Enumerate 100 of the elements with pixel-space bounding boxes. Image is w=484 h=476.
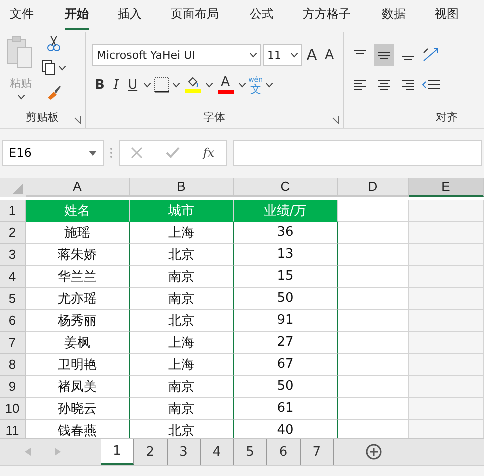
scissors-icon[interactable] [47,36,61,52]
column-header[interactable]: E [409,178,484,197]
bold-button[interactable]: B [92,74,108,96]
table-cell [338,310,409,332]
table-cell [338,354,409,376]
table-cell [338,288,409,310]
table-cell: 67 [234,354,338,376]
brush-icon[interactable] [46,84,62,100]
table-cell: 91 [234,310,338,332]
sheet-tab[interactable]: 1 [101,439,134,465]
caret-icon [172,82,180,88]
caret-icon [144,82,151,88]
row-header[interactable]: 10 [0,398,26,420]
formula-field[interactable] [233,140,482,166]
header-cell: 城市 [130,200,234,222]
underline-button[interactable]: U [125,74,141,96]
table-cell: 孙晓云 [26,398,130,420]
table-cell: 50 [234,288,338,310]
table-cell: 15 [234,266,338,288]
align-icon[interactable] [374,44,394,66]
table-cell [338,332,409,354]
table-cell: 36 [234,222,338,244]
grow-font-button[interactable]: A [304,44,320,66]
table-cell: 南京 [130,266,234,288]
group-label: 字体 [204,110,226,126]
column-header[interactable]: A [26,178,130,197]
row-header[interactable]: 2 [0,222,26,244]
grip-icon [110,148,113,158]
table-cell: 姜枫 [26,332,130,354]
table-cell: 施瑶 [26,222,130,244]
copy-icon[interactable] [42,60,56,76]
launcher-icon[interactable] [331,116,339,124]
launcher-icon[interactable] [73,116,81,124]
caret-icon [290,52,298,58]
table-cell [338,398,409,420]
table-cell: 华兰兰 [26,266,130,288]
menu-tab[interactable]: 方方格子 [303,2,351,30]
table-cell: 南京 [130,376,234,398]
table-cell: 南京 [130,288,234,310]
row-header[interactable]: 11 [0,420,26,438]
row-header[interactable]: 5 [0,288,26,310]
column-header[interactable]: C [234,178,338,197]
menu-tab[interactable]: 开始 [65,2,89,30]
shrink-font-button[interactable]: A [322,44,337,66]
table-cell [338,200,409,222]
table-cell: 50 [234,376,338,398]
table-cell: 北京 [130,310,234,332]
insert-function-button[interactable]: fx [203,146,215,160]
font-color-button[interactable]: A [216,76,236,94]
menu-tab[interactable]: 插入 [118,2,142,30]
table-cell [338,222,409,244]
row-header[interactable]: 3 [0,244,26,266]
borders-icon[interactable] [154,77,170,93]
table-cell [338,376,409,398]
table-cell: 上海 [130,222,234,244]
table-cell [338,266,409,288]
caret-icon [59,66,66,70]
header-cell: 业绩/万 [234,200,338,222]
font-name-field[interactable]: Microsoft YaHei UI [92,44,260,66]
table-cell: 杨秀丽 [26,310,130,332]
caret-icon [238,82,246,88]
column-header[interactable]: D [338,178,409,197]
table-cell [338,244,409,266]
row-header[interactable]: 7 [0,332,26,354]
menu-tab[interactable]: 页面布局 [171,2,219,30]
table-cell: 尤亦瑶 [26,288,130,310]
header-cell: 姓名 [26,200,130,222]
caret-icon [206,82,213,88]
add-sheet-icon[interactable] [366,444,382,460]
row-header[interactable]: 6 [0,310,26,332]
indent-icon[interactable] [422,79,440,91]
row-header[interactable]: 8 [0,354,26,376]
italic-button[interactable]: I [110,74,122,96]
row-header[interactable]: 4 [0,266,26,288]
check-icon[interactable] [166,147,180,159]
caret-icon [18,95,24,100]
table-cell: 蒋朱娇 [26,244,130,266]
caret-icon [250,52,256,58]
name-box[interactable]: E16 [2,140,104,166]
orientation-icon[interactable] [422,47,440,63]
fill-color-button[interactable] [182,77,203,93]
paint-bucket-icon [186,77,200,89]
table-cell: 北京 [130,244,234,266]
table-cell: 上海 [130,354,234,376]
table-cell: 27 [234,332,338,354]
row-header[interactable]: 1 [0,200,26,222]
menu-tab[interactable]: 数据 [382,2,406,30]
row-header[interactable]: 9 [0,376,26,398]
caret-icon [266,82,274,88]
table-cell: 61 [234,398,338,420]
column-header[interactable]: B [130,178,234,197]
menu-tab[interactable]: 公式 [250,2,274,30]
table-cell: 卫明艳 [26,354,130,376]
font-size-field[interactable]: 11 [262,44,302,66]
table-cell: 上海 [130,332,234,354]
table-cell: 褚凤美 [26,376,130,398]
table-cell: 13 [234,244,338,266]
table-cell: 南京 [130,398,234,420]
menu-tab[interactable]: 文件 [10,2,34,30]
menu-tab[interactable]: 视图 [435,2,459,30]
